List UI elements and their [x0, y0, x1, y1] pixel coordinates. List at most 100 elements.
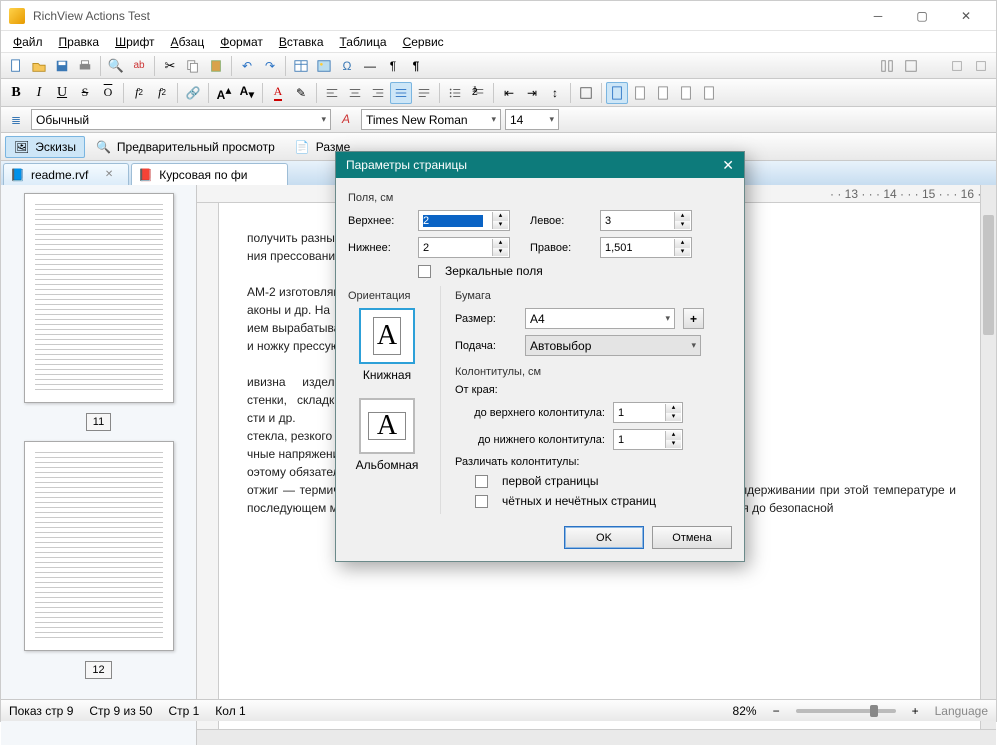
paste-button[interactable]	[205, 55, 227, 77]
footer-distance-input[interactable]: ▴▾	[613, 429, 683, 450]
menu-paragraph[interactable]: Абзац	[163, 33, 213, 51]
maximize-button[interactable]: ▢	[900, 2, 944, 30]
underline-button[interactable]: U	[51, 82, 73, 104]
insert-break-button[interactable]: ¶	[382, 55, 404, 77]
preview-tab[interactable]: 🔍 Предварительный просмотр	[87, 136, 284, 158]
border-button[interactable]	[575, 82, 597, 104]
doc-view-3-button[interactable]	[652, 82, 674, 104]
subscript-button[interactable]: f2	[128, 82, 150, 104]
minimize-button[interactable]: ─	[856, 2, 900, 30]
status-page-of: Стр 9 из 50	[89, 704, 152, 718]
insert-line-button[interactable]: —	[359, 55, 381, 77]
insert-symbol-button[interactable]: Ω	[336, 55, 358, 77]
insert-image-button[interactable]	[313, 55, 335, 77]
font-size-combo[interactable]: 14 ▾	[505, 109, 559, 130]
italic-button[interactable]: I	[28, 82, 50, 104]
align-left-button[interactable]	[321, 82, 343, 104]
overline-button[interactable]: O	[97, 82, 119, 104]
indent-decrease-button[interactable]: ⇤	[498, 82, 520, 104]
show-nonprint-button[interactable]: ¶	[405, 55, 427, 77]
font-grow-button[interactable]: A▴	[213, 82, 235, 104]
header-distance-input[interactable]: ▴▾	[613, 402, 683, 423]
columns-button[interactable]	[876, 55, 898, 77]
ok-button[interactable]: OK	[564, 526, 644, 549]
cancel-button[interactable]: Отмена	[652, 526, 732, 549]
highlight-button[interactable]: ✎	[290, 82, 312, 104]
copy-button[interactable]	[182, 55, 204, 77]
font-shrink-button[interactable]: A▾	[236, 82, 258, 104]
first-page-checkbox[interactable]	[475, 475, 488, 488]
numbering-button[interactable]: 12	[467, 82, 489, 104]
dialog-close-button[interactable]: ✕	[722, 157, 734, 174]
doc-view-1-button[interactable]	[606, 82, 628, 104]
doc-hscrollbar[interactable]	[197, 729, 996, 745]
doc-view-5-button[interactable]	[698, 82, 720, 104]
indent-increase-button[interactable]: ⇥	[521, 82, 543, 104]
menu-font[interactable]: Шрифт	[107, 33, 162, 51]
align-center-button[interactable]	[344, 82, 366, 104]
find-button[interactable]: 🔍	[105, 55, 127, 77]
portrait-option[interactable]: A Книжная	[348, 308, 426, 382]
paper-size-select[interactable]: A4▾	[525, 308, 675, 329]
insert-table-button[interactable]	[290, 55, 312, 77]
close-button[interactable]: ✕	[944, 2, 988, 30]
undo-button[interactable]: ↶	[236, 55, 258, 77]
mirror-margins-label: Зеркальные поля	[445, 264, 543, 278]
landscape-option[interactable]: A Альбомная	[348, 398, 426, 472]
menu-insert[interactable]: Вставка	[271, 33, 332, 51]
page-thumb-11[interactable]	[24, 193, 174, 403]
right-margin-label: Правое:	[530, 242, 592, 254]
bold-button[interactable]: B	[5, 82, 27, 104]
line-spacing-button[interactable]: ↕	[544, 82, 566, 104]
bottom-margin-input[interactable]: ▴▾	[418, 237, 510, 258]
menu-format[interactable]: Формат	[212, 33, 271, 51]
page-thumb-12[interactable]	[24, 441, 174, 651]
font-color-button[interactable]: A	[267, 82, 289, 104]
menu-table[interactable]: Таблица	[332, 33, 395, 51]
thumbnails-tab[interactable]: 🖼 Эскизы	[5, 136, 85, 158]
redo-button[interactable]: ↷	[259, 55, 281, 77]
save-button[interactable]	[51, 55, 73, 77]
top-margin-input[interactable]: ▴▾	[418, 210, 510, 231]
replace-button[interactable]: ab	[128, 55, 150, 77]
dialog-title-bar[interactable]: Параметры страницы ✕	[336, 152, 744, 178]
cut-button[interactable]: ✂	[159, 55, 181, 77]
extra-button-2[interactable]	[970, 55, 992, 77]
add-paper-size-button[interactable]: +	[683, 308, 704, 329]
doc-tab-kursovaya[interactable]: 📕 Курсовая по фи	[131, 163, 288, 185]
extra-button-1[interactable]	[946, 55, 968, 77]
menu-service[interactable]: Сервис	[395, 33, 452, 51]
doc-tab-readme[interactable]: 📘 readme.rvf ✕	[3, 163, 129, 185]
strike-button[interactable]: S	[74, 82, 96, 104]
left-margin-input[interactable]: ▴▾	[600, 210, 692, 231]
vertical-ruler[interactable]	[197, 203, 219, 745]
align-justify-button[interactable]	[390, 82, 412, 104]
view-mode-button[interactable]	[900, 55, 922, 77]
bullets-button[interactable]	[444, 82, 466, 104]
right-margin-input[interactable]: ▴▾	[600, 237, 692, 258]
close-tab-icon[interactable]: ✕	[105, 169, 113, 180]
align-right-button[interactable]	[367, 82, 389, 104]
link-button[interactable]: 🔗	[182, 82, 204, 104]
svg-text:2: 2	[472, 86, 478, 98]
zoom-out-button[interactable]: −	[773, 704, 780, 718]
odd-even-checkbox[interactable]	[475, 495, 488, 508]
thumbnail-panel: 11 12	[1, 185, 197, 745]
open-button[interactable]	[28, 55, 50, 77]
paragraph-style-combo[interactable]: Обычный ▾	[31, 109, 331, 130]
menu-file[interactable]: Файл	[5, 33, 51, 51]
align-distribute-button[interactable]	[413, 82, 435, 104]
menu-edit[interactable]: Правка	[51, 33, 108, 51]
doc-view-4-button[interactable]	[675, 82, 697, 104]
zoom-slider[interactable]	[796, 709, 896, 713]
paper-feed-select[interactable]: Автовыбор▾	[525, 335, 701, 356]
doc-vscrollbar[interactable]	[980, 185, 996, 745]
print-button[interactable]	[74, 55, 96, 77]
new-button[interactable]	[5, 55, 27, 77]
zoom-in-button[interactable]: +	[912, 704, 919, 718]
mirror-margins-checkbox[interactable]	[418, 265, 431, 278]
font-name-combo[interactable]: Times New Roman ▾	[361, 109, 501, 130]
doc-view-2-button[interactable]	[629, 82, 651, 104]
superscript-button[interactable]: f2	[151, 82, 173, 104]
language-indicator[interactable]: Language	[935, 704, 988, 718]
